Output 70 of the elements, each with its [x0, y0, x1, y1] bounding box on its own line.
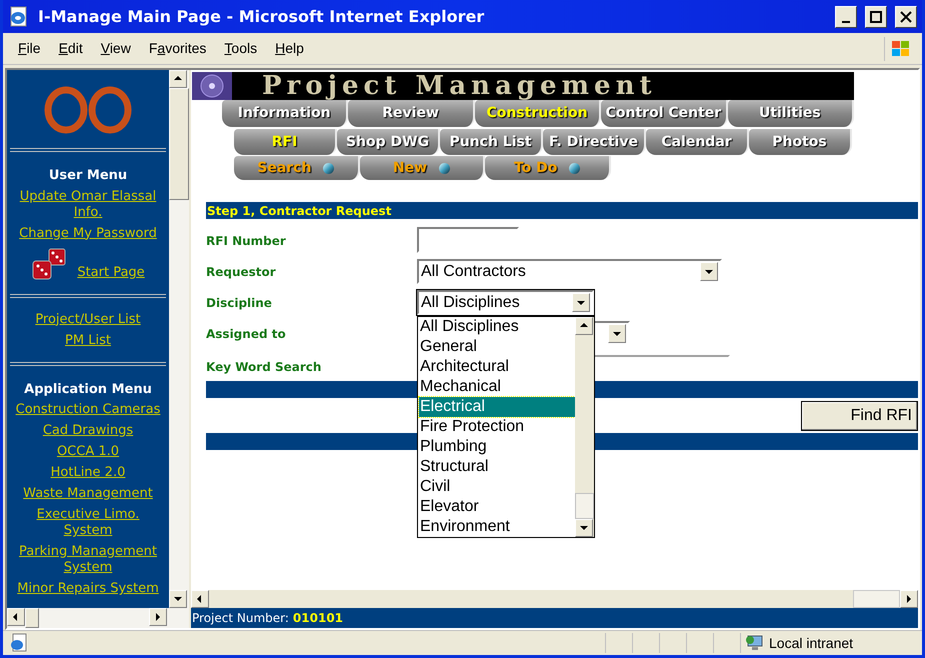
- nav-tab[interactable]: F. Directive: [543, 129, 646, 155]
- dropdown-option[interactable]: All Disciplines: [419, 317, 575, 337]
- field-label: Key Word Search: [206, 359, 322, 376]
- window-title: I-Manage Main Page - Microsoft Internet Explorer: [38, 6, 486, 28]
- nav-tab[interactable]: Control Center: [601, 100, 728, 127]
- find-button[interactable]: Find RFI: [801, 401, 918, 431]
- dropdown-option[interactable]: Structural: [419, 457, 575, 477]
- menu-item[interactable]: Help: [272, 38, 307, 59]
- globe-icon: [323, 162, 334, 174]
- section-title: Application Menu: [24, 380, 152, 398]
- nav-tab[interactable]: Information: [222, 100, 348, 127]
- scroll-thumb[interactable]: [575, 493, 594, 519]
- dropdown-option[interactable]: Electrical: [419, 397, 575, 417]
- sidebar-link[interactable]: Parking Management System: [7, 544, 169, 576]
- nav-tab[interactable]: Review: [348, 100, 475, 127]
- dropdown-option[interactable]: Civil: [419, 477, 575, 497]
- sidebar-link[interactable]: Project/User List: [27, 312, 149, 328]
- dropdown-option[interactable]: Architectural: [419, 357, 575, 377]
- dropdown-option[interactable]: Environment: [419, 517, 575, 537]
- minimize-icon: [842, 20, 850, 22]
- status-label: Project Number:: [192, 610, 289, 627]
- nav-tab[interactable]: Calendar: [646, 129, 749, 155]
- select-field[interactable]: All Disciplines: [417, 290, 594, 315]
- sidebar-link[interactable]: Construction Cameras: [8, 402, 168, 418]
- security-zone: Local intranet: [769, 634, 854, 652]
- banner-emblem-icon: [192, 72, 232, 100]
- close-icon: [899, 10, 913, 24]
- dropdown-option[interactable]: Fire Protection: [419, 417, 575, 437]
- dropdown-option[interactable]: Mechanical: [419, 377, 575, 397]
- globe-icon: [439, 162, 450, 174]
- sidebar-link[interactable]: Change My Password: [11, 226, 165, 242]
- close-button[interactable]: [895, 6, 917, 28]
- nav-tab[interactable]: Shop DWG: [337, 129, 440, 155]
- maximize-button[interactable]: [865, 6, 887, 28]
- select-field[interactable]: All Contractors: [417, 259, 722, 284]
- sidebar-link[interactable]: PM List: [57, 332, 119, 348]
- sidebar-link[interactable]: Waste Management: [15, 486, 161, 502]
- dropdown-option[interactable]: General: [419, 337, 575, 357]
- network-computer-icon: [745, 634, 765, 652]
- banner-title: Project Management: [262, 73, 656, 99]
- sidebar-link[interactable]: HotLine 2.0: [42, 465, 134, 481]
- field-label: RFI Number: [206, 233, 287, 250]
- section-header: Step 1, Contractor Request: [207, 202, 392, 220]
- sidebar-link[interactable]: Executive Limo. System: [7, 507, 169, 539]
- nav-tab[interactable]: Photos: [749, 129, 852, 155]
- maximize-icon: [869, 10, 883, 24]
- project-number: 010101: [292, 610, 344, 627]
- dropdown-option[interactable]: Elevator: [419, 497, 575, 517]
- scroll-thumb[interactable]: [853, 590, 900, 608]
- nav-tab[interactable]: RFI: [234, 129, 337, 155]
- sidebar-link[interactable]: OCCA 1.0: [48, 444, 128, 460]
- globe-icon: [569, 162, 580, 174]
- menu-item[interactable]: File: [15, 38, 44, 59]
- field-label: Requestor: [206, 264, 277, 281]
- field-label: Assigned to: [206, 326, 287, 343]
- sidebar-link[interactable]: Cad Drawings: [34, 423, 142, 439]
- menu-item[interactable]: Favorites: [146, 38, 210, 59]
- nav-tab[interactable]: Utilities: [728, 100, 854, 127]
- nav-tab[interactable]: Punch List: [440, 129, 543, 155]
- menu-item[interactable]: Tools: [221, 38, 260, 59]
- dropdown-option[interactable]: Plumbing: [419, 437, 575, 457]
- sidebar-link[interactable]: Start Page: [77, 263, 145, 282]
- field-label: Discipline: [206, 295, 273, 312]
- menu-item[interactable]: View: [98, 38, 134, 59]
- minimize-button[interactable]: [835, 6, 857, 28]
- section-title: User Menu: [48, 167, 128, 185]
- sidebar-link[interactable]: Minor Repairs System: [9, 581, 167, 597]
- menu-item[interactable]: Edit: [56, 38, 86, 59]
- sidebar-link[interactable]: Update Omar Elassal Info.: [7, 188, 169, 220]
- nav-tab[interactable]: Construction: [474, 100, 602, 127]
